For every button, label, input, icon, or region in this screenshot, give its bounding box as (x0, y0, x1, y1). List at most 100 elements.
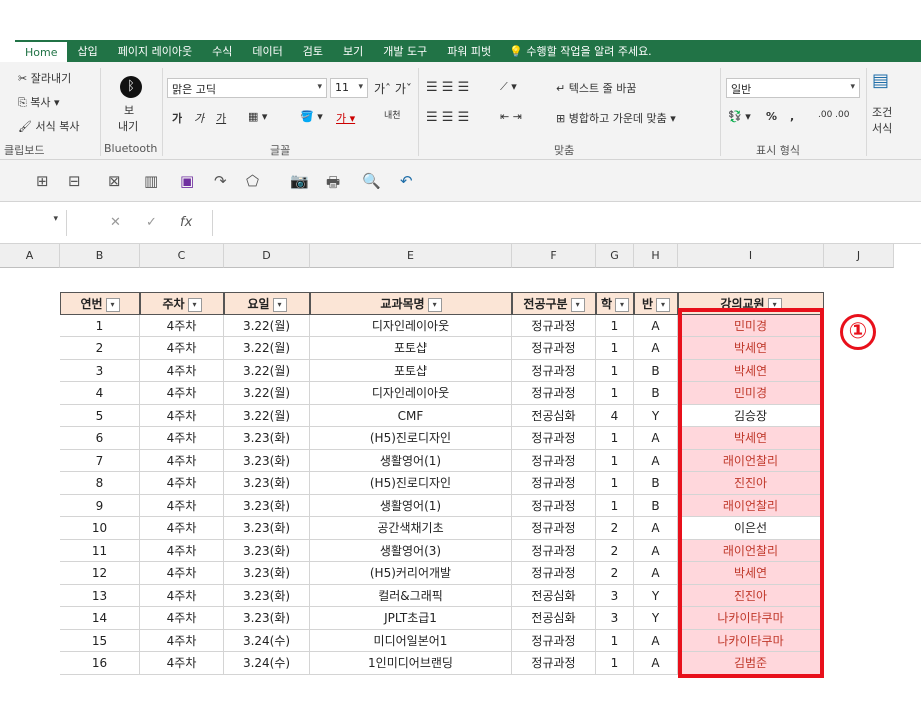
format-painter-button[interactable]: 🖌 서식 복사 (18, 118, 79, 134)
cell-week[interactable]: 4주차 (140, 652, 224, 675)
cell-course[interactable]: CMF (310, 404, 512, 427)
cell-class[interactable]: A (634, 562, 678, 585)
cell-class[interactable]: B (634, 382, 678, 405)
vertical-align-buttons[interactable]: ☰ ☰ ☰ (426, 80, 469, 95)
filter-dropdown-icon[interactable]: ▾ (615, 297, 630, 312)
cell-day[interactable]: 3.24(수) (224, 652, 310, 675)
tab-page-layout[interactable]: 페이지 레이아웃 (108, 40, 202, 62)
italic-button[interactable]: 가 (194, 110, 204, 126)
column-header-g[interactable]: G (596, 244, 634, 268)
tab-formulas[interactable]: 수식 (202, 40, 242, 62)
fill-color-button[interactable]: 🪣 ▾ (300, 110, 323, 123)
cell-course[interactable]: 1인미디어브랜딩 (310, 652, 512, 675)
tab-review[interactable]: 검토 (293, 40, 333, 62)
cell-track[interactable]: 정규과정 (512, 472, 596, 495)
cell-seq[interactable]: 10 (60, 517, 140, 540)
tab-data[interactable]: 데이터 (242, 40, 292, 62)
cell-seq[interactable]: 15 (60, 629, 140, 652)
cell-class[interactable]: A (634, 517, 678, 540)
cell-class[interactable]: Y (634, 607, 678, 630)
cell-week[interactable]: 4주차 (140, 449, 224, 472)
cell-seq[interactable]: 7 (60, 449, 140, 472)
cell-day[interactable]: 3.22(월) (224, 359, 310, 382)
cell-week[interactable]: 4주차 (140, 562, 224, 585)
tab-home[interactable]: Home (15, 42, 68, 62)
number-format-select[interactable]: 일반 ▾ (726, 78, 860, 98)
cell-class[interactable]: A (634, 629, 678, 652)
column-header-c[interactable]: C (140, 244, 224, 268)
cell-grade[interactable]: 3 (596, 607, 634, 630)
cell-class[interactable]: Y (634, 404, 678, 427)
horizontal-align-buttons[interactable]: ☰ ☰ ☰ (426, 110, 469, 125)
cell-class[interactable]: A (634, 652, 678, 675)
cell-track[interactable]: 정규과정 (512, 427, 596, 450)
cell-course[interactable]: 생활영어(1) (310, 494, 512, 517)
cell-track[interactable]: 정규과정 (512, 517, 596, 540)
font-name-select[interactable]: 맑은 고딕 ▾ (167, 78, 327, 98)
font-color-button[interactable]: 가 ▾ (336, 110, 355, 126)
cell-week[interactable]: 4주차 (140, 314, 224, 337)
filter-dropdown-icon[interactable]: ▾ (187, 297, 202, 312)
cell-course[interactable]: (H5)진로디자인 (310, 427, 512, 450)
cell-day[interactable]: 3.23(화) (224, 584, 310, 607)
cell-seq[interactable]: 6 (60, 427, 140, 450)
tab-developer[interactable]: 개발 도구 (373, 40, 437, 62)
cell-seq[interactable]: 12 (60, 562, 140, 585)
cell-grade[interactable]: 3 (596, 584, 634, 607)
cell-track[interactable]: 전공심화 (512, 404, 596, 427)
copy-button[interactable]: ⎘ 복사 ▾ (18, 94, 60, 110)
column-header-i[interactable]: I (678, 244, 824, 268)
cell-week[interactable]: 4주차 (140, 427, 224, 450)
cell-class[interactable]: B (634, 494, 678, 517)
cell-grade[interactable]: 1 (596, 314, 634, 337)
cancel-icon[interactable]: ✕ (110, 215, 121, 230)
cell-grade[interactable]: 2 (596, 539, 634, 562)
undo-icon[interactable]: ↶ (400, 172, 413, 190)
cell-grade[interactable]: 1 (596, 337, 634, 360)
cell-track[interactable]: 정규과정 (512, 539, 596, 562)
table-icon[interactable]: ▥ (144, 172, 158, 190)
cell-course[interactable]: 미디어일본어1 (310, 629, 512, 652)
cell-track[interactable]: 정규과정 (512, 314, 596, 337)
cell-seq[interactable]: 16 (60, 652, 140, 675)
cell-grade[interactable]: 1 (596, 427, 634, 450)
column-header-a[interactable]: A (0, 244, 60, 268)
bold-button[interactable]: 가 (172, 110, 182, 126)
camera-icon[interactable]: 📷 (290, 172, 309, 190)
formula-input[interactable] (212, 210, 921, 236)
indent-buttons[interactable]: ⇤ ⇥ (500, 110, 522, 123)
cell-grade[interactable]: 1 (596, 359, 634, 382)
cell-course[interactable]: 생활영어(1) (310, 449, 512, 472)
cell-class[interactable]: A (634, 337, 678, 360)
cell-seq[interactable]: 13 (60, 584, 140, 607)
tab-power-pivot[interactable]: 파워 피벗 (437, 40, 501, 62)
column-header-h[interactable]: H (634, 244, 678, 268)
insert-rows-icon[interactable]: ⊟ (68, 172, 81, 190)
print-preview-icon[interactable]: 🖶 (326, 172, 340, 197)
cell-course[interactable]: 디자인레이아웃 (310, 382, 512, 405)
cell-grade[interactable]: 1 (596, 494, 634, 517)
percent-button[interactable]: % (766, 110, 777, 123)
cell-track[interactable]: 전공심화 (512, 584, 596, 607)
column-header-b[interactable]: B (60, 244, 140, 268)
cell-week[interactable]: 4주차 (140, 337, 224, 360)
cell-day[interactable]: 3.23(화) (224, 472, 310, 495)
cell-week[interactable]: 4주차 (140, 517, 224, 540)
cell-course[interactable]: 생활영어(3) (310, 539, 512, 562)
cell-seq[interactable]: 1 (60, 314, 140, 337)
cell-course[interactable]: 컬러&그래픽 (310, 584, 512, 607)
cell-track[interactable]: 정규과정 (512, 359, 596, 382)
cell-week[interactable]: 4주차 (140, 472, 224, 495)
conditional-format-icon[interactable]: ▤ (872, 70, 889, 91)
cell-grade[interactable]: 1 (596, 472, 634, 495)
redo-icon[interactable]: ↷ (214, 172, 227, 190)
underline-button[interactable]: 가 (216, 110, 226, 126)
cell-day[interactable]: 3.22(월) (224, 314, 310, 337)
orientation-button[interactable]: ⟋ ▾ (500, 80, 517, 94)
cell-day[interactable]: 3.24(수) (224, 629, 310, 652)
cell-day[interactable]: 3.23(화) (224, 494, 310, 517)
column-header-e[interactable]: E (310, 244, 512, 268)
cell-grade[interactable]: 1 (596, 382, 634, 405)
filter-dropdown-icon[interactable]: ▾ (656, 297, 671, 312)
cell-track[interactable]: 정규과정 (512, 629, 596, 652)
